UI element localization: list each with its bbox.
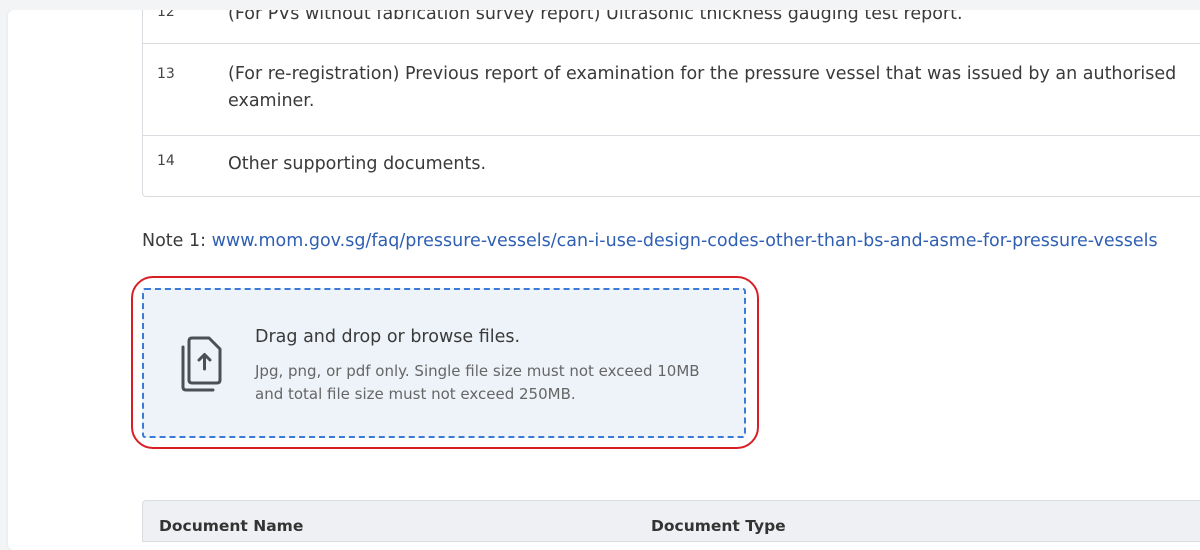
note-1: Note 1: www.mom.gov.sg/faq/pressure-vess…	[142, 231, 1158, 251]
note-label: Note 1:	[142, 231, 212, 251]
row-description: (For PVs without fabrication survey repo…	[228, 10, 963, 24]
row-number: 12	[157, 10, 175, 20]
top-strip	[0, 0, 1200, 10]
table-row: 13 (For re-registration) Previous report…	[143, 43, 1200, 136]
row-number: 14	[157, 153, 175, 169]
table-row: 12 (For PVs without fabrication survey r…	[143, 10, 1200, 44]
faq-link[interactable]: www.mom.gov.sg/faq/pressure-vessels/can-…	[212, 231, 1158, 251]
row-number: 13	[157, 66, 175, 82]
column-document-type: Document Type	[651, 517, 786, 535]
uploaded-documents-header: Document Name Document Type	[142, 500, 1200, 542]
file-upload-icon	[181, 336, 222, 392]
table-row: 14 Other supporting documents.	[143, 136, 1200, 196]
row-description: Other supporting documents.	[228, 154, 487, 174]
file-dropzone[interactable]: Drag and drop or browse files. Jpg, png,…	[142, 288, 746, 438]
supporting-documents-table: 12 (For PVs without fabrication survey r…	[142, 10, 1200, 197]
column-document-name: Document Name	[159, 517, 304, 535]
dropzone-hint: Jpg, png, or pdf only. Single file size …	[255, 362, 700, 403]
row-description: (For re-registration) Previous report of…	[228, 64, 1177, 111]
dropzone-title[interactable]: Drag and drop or browse files.	[255, 327, 520, 347]
